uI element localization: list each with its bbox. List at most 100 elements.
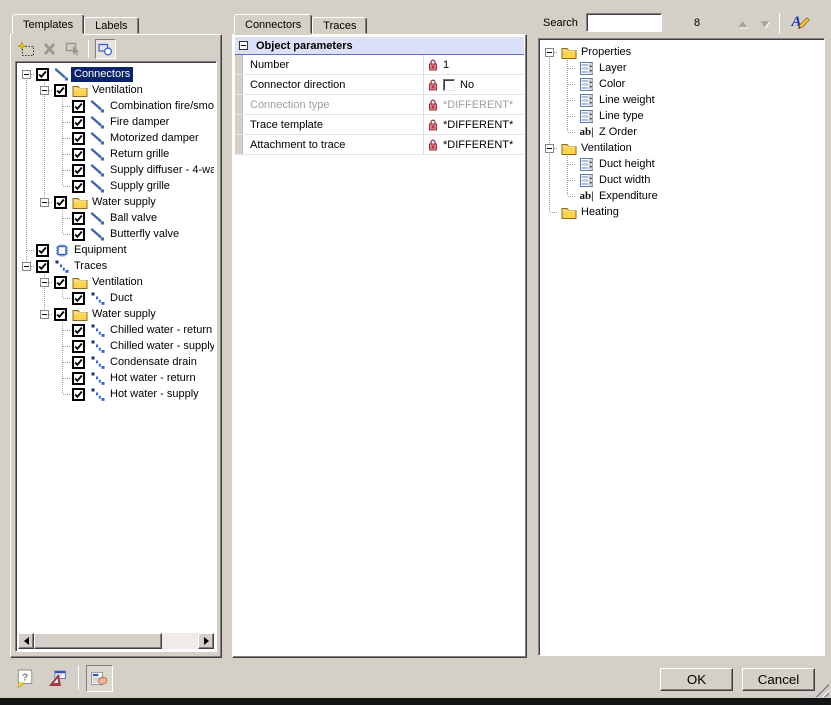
tab-labels[interactable]: Labels (84, 17, 138, 34)
checkbox[interactable] (54, 276, 67, 289)
checkbox[interactable] (72, 340, 85, 353)
ok-button[interactable]: OK (660, 668, 733, 691)
property-row-attachment-to-trace[interactable]: Attachment to trace*DIFFERENT* (235, 135, 524, 155)
collapse-box-icon[interactable] (239, 41, 248, 50)
font-edit-button[interactable]: A (787, 12, 814, 34)
tree-item-fire-damper[interactable]: Fire damper (18, 114, 214, 130)
property-value-cell[interactable]: *DIFFERENT* (423, 135, 524, 154)
expand-box[interactable] (40, 86, 49, 95)
help-button[interactable]: ? (12, 665, 39, 692)
checkbox[interactable] (72, 132, 85, 145)
property-row-trace-template[interactable]: Trace template*DIFFERENT* (235, 115, 524, 135)
tree-item-label: Fire damper (107, 115, 172, 130)
checkbox[interactable] (36, 260, 49, 273)
property-value-cell[interactable]: No (423, 75, 524, 94)
tree-item-ball-valve[interactable]: Ball valve (18, 210, 214, 226)
tab-connectors[interactable]: Connectors (234, 14, 312, 34)
checkbox[interactable] (36, 68, 49, 81)
scrollbar-thumb[interactable] (34, 633, 162, 649)
property-value: *DIFFERENT* (443, 119, 513, 131)
cancel-button[interactable]: Cancel (742, 668, 815, 691)
property-value-cell[interactable]: *DIFFERENT* (423, 115, 524, 134)
tree-item-butterfly-valve[interactable]: Butterfly valve (18, 226, 214, 242)
checkbox[interactable] (72, 388, 85, 401)
checkbox[interactable] (72, 212, 85, 225)
checkbox[interactable] (72, 356, 85, 369)
tree-item-connectors[interactable]: Connectors (18, 66, 214, 82)
expand-box[interactable] (22, 262, 31, 271)
property-value-cell[interactable]: *DIFFERENT* (423, 95, 524, 114)
expand-box[interactable] (40, 278, 49, 287)
scroll-left-button[interactable] (18, 633, 34, 649)
value-checkbox[interactable] (443, 79, 455, 91)
tree-item-supply-diffuser-4-wa[interactable]: Supply diffuser - 4-wa (18, 162, 214, 178)
tree-item-traces[interactable]: Traces (18, 258, 214, 274)
tree-item-chilled-water-supply[interactable]: Chilled water - supply (18, 338, 214, 354)
checkbox[interactable] (72, 148, 85, 161)
tree-item-combination-fire-smo[interactable]: Combination fire/smo (18, 98, 214, 114)
tree-item-equipment[interactable]: Equipment (18, 242, 214, 258)
search-input[interactable] (586, 13, 662, 32)
checkbox[interactable] (54, 84, 67, 97)
checkbox[interactable] (72, 100, 85, 113)
tab-traces[interactable]: Traces (312, 17, 367, 34)
tree-item-return-grille[interactable]: Return grille (18, 146, 214, 162)
delete-button[interactable] (39, 39, 60, 59)
tree-item-duct-height[interactable]: Duct height (541, 156, 822, 172)
tree-item-ventilation[interactable]: Ventilation (541, 140, 822, 156)
template-settings-dialog: { "left_panel": { "tabs": [ {"label": "T… (0, 0, 831, 705)
tree-item-hot-water-return[interactable]: Hot water - return (18, 370, 214, 386)
pick-button[interactable] (62, 39, 83, 59)
resize-grip[interactable] (815, 683, 829, 697)
tree-item-color[interactable]: Color (541, 76, 822, 92)
tree-item-heating[interactable]: Heating (541, 204, 822, 220)
checkbox[interactable] (72, 324, 85, 337)
tab-templates[interactable]: Templates (12, 14, 84, 34)
property-row-connector-direction[interactable]: Connector directionNo (235, 75, 524, 95)
checkbox[interactable] (72, 292, 85, 305)
tree-item-ventilation[interactable]: Ventilation (18, 274, 214, 290)
tree-item-hot-water-supply[interactable]: Hot water - supply (18, 386, 214, 402)
property-group-header: Object parameters (235, 37, 524, 55)
checkbox[interactable] (72, 372, 85, 385)
tree-item-label: Supply grille (107, 179, 173, 194)
tree-item-z-order[interactable]: ab|Z Order (541, 124, 822, 140)
tree-item-layer[interactable]: Layer (541, 60, 822, 76)
checkbox[interactable] (72, 180, 85, 193)
property-row-number[interactable]: Number1 (235, 55, 524, 75)
tree-item-line-type[interactable]: Line type (541, 108, 822, 124)
tree-item-water-supply[interactable]: Water supply (18, 306, 214, 322)
tree-item-chilled-water-return[interactable]: Chilled water - return (18, 322, 214, 338)
checkbox[interactable] (72, 164, 85, 177)
property-value-cell[interactable]: 1 (423, 55, 524, 74)
tree-item-line-weight[interactable]: Line weight (541, 92, 822, 108)
tree-item-properties[interactable]: Properties (541, 44, 822, 60)
expand-box[interactable] (545, 48, 554, 57)
find-previous-button[interactable] (734, 16, 752, 32)
tree-item-duct-width[interactable]: Duct width (541, 172, 822, 188)
norms-button[interactable] (44, 665, 71, 692)
tree-item-expenditure[interactable]: ab|Expenditure (541, 188, 822, 204)
tree-item-water-supply[interactable]: Water supply (18, 194, 214, 210)
checkbox[interactable] (72, 116, 85, 129)
expand-box[interactable] (40, 310, 49, 319)
scroll-right-button[interactable] (198, 633, 214, 649)
new-template-button[interactable] (16, 39, 37, 59)
tree-item-duct[interactable]: Duct (18, 290, 214, 306)
checkbox[interactable] (36, 244, 49, 257)
tree-item-ventilation[interactable]: Ventilation (18, 82, 214, 98)
preview-toggle-button[interactable] (95, 39, 116, 59)
find-next-button[interactable] (756, 16, 774, 32)
tree-item-motorized-damper[interactable]: Motorized damper (18, 130, 214, 146)
form-editor-button[interactable] (86, 665, 113, 692)
expand-box[interactable] (545, 144, 554, 153)
expand-box[interactable] (40, 198, 49, 207)
tree-item-condensate-drain[interactable]: Condensate drain (18, 354, 214, 370)
tree-item-supply-grille[interactable]: Supply grille (18, 178, 214, 194)
checkbox[interactable] (72, 228, 85, 241)
checkbox[interactable] (54, 196, 67, 209)
property-row-connection-type[interactable]: Connection type*DIFFERENT* (235, 95, 524, 115)
horizontal-scrollbar[interactable] (18, 633, 214, 649)
checkbox[interactable] (54, 308, 67, 321)
expand-box[interactable] (22, 70, 31, 79)
